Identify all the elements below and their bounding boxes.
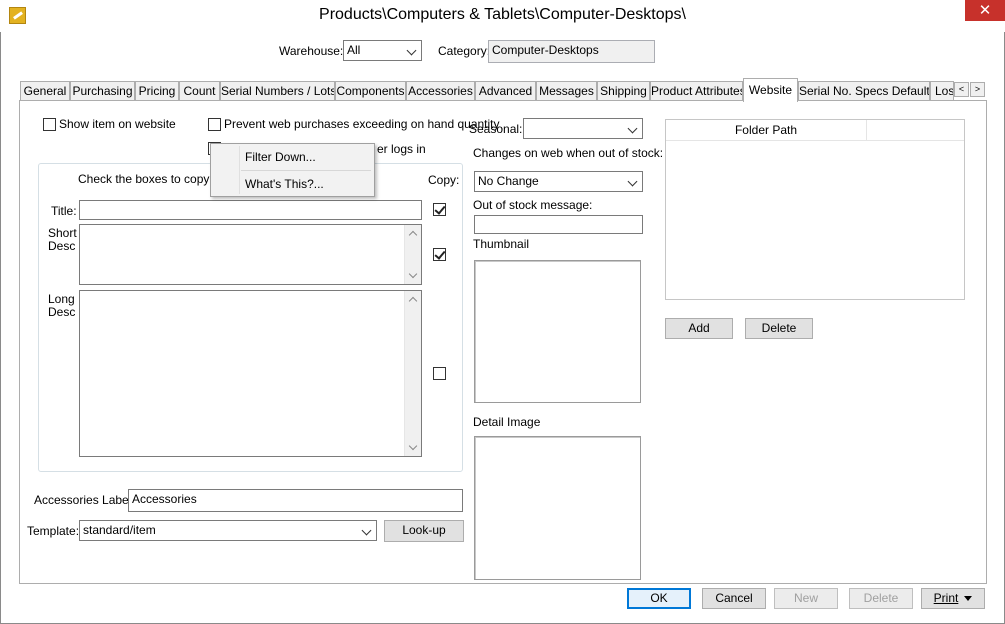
tab-purchasing[interactable]: Purchasing [70,81,135,101]
delete-button[interactable]: Delete [849,588,913,609]
tab-general[interactable]: General [20,81,70,101]
long-desc-label: Long Desc [48,292,76,319]
warehouse-value: All [347,43,361,57]
copy-title-checkbox[interactable] [433,203,446,216]
tab-shipping[interactable]: Shipping [597,81,650,101]
copy-short-desc-checkbox[interactable] [433,248,446,261]
menu-item-whats-this[interactable]: What's This?... [211,172,374,196]
thumbnail-label: Thumbnail [473,237,530,251]
tab-advanced[interactable]: Advanced [475,81,536,101]
short-desc-label: Short Desc [48,226,77,253]
tab-serial-numbers-lots[interactable]: Serial Numbers / Lots [220,81,335,101]
prevent-purchases-checkbox[interactable] [208,118,221,131]
out-of-stock-message-label: Out of stock message: [473,198,593,212]
scroll-down-icon[interactable] [405,439,421,456]
category-label: Category: [438,44,491,58]
show-on-website-label: Show item on website [59,117,176,131]
detail-image-box[interactable] [474,436,641,580]
print-label: Print [933,591,959,605]
template-select[interactable]: standard/item [79,520,377,541]
show-on-website-checkbox[interactable] [43,118,56,131]
chevron-down-icon [627,175,639,187]
chevron-down-icon [627,122,639,134]
scroll-up-icon[interactable] [405,225,421,242]
dropdown-arrow-icon [964,596,973,602]
chevron-down-icon [361,524,373,536]
seasonal-label: Seasonal: [469,122,523,136]
detail-image-label: Detail Image [473,415,541,429]
scroll-up-icon[interactable] [405,291,421,308]
print-button[interactable]: Print [921,588,985,609]
template-value: standard/item [83,523,156,537]
lookup-button[interactable]: Look-up [384,520,464,542]
category-field[interactable]: Computer-Desktops [488,40,655,63]
seasonal-select[interactable] [523,118,643,139]
folder-path-list[interactable]: Folder Path [665,119,965,300]
tab-product-attributes[interactable]: Product Attributes [650,81,743,101]
close-button[interactable]: ✕ [965,0,1005,21]
window-title: Products\Computers & Tablets\Computer-De… [319,6,686,23]
out-of-stock-message-input[interactable] [474,215,643,234]
folder-path-list-header: Folder Path [666,120,964,141]
copy-instruction: Check the boxes to copy lab [78,172,229,186]
title-bar: Products\Computers & Tablets\Computer-De… [0,0,1005,32]
warehouse-label: Warehouse: [279,44,344,58]
new-button[interactable]: New [774,588,838,609]
context-menu: Filter Down... What's This?... [210,143,375,197]
out-of-stock-change-label: Changes on web when out of stock: [473,146,664,160]
tab-los[interactable]: Los [930,81,954,101]
add-folder-button[interactable]: Add [665,318,733,339]
folder-path-column-header[interactable]: Folder Path [666,120,867,141]
tab-components[interactable]: Components [335,81,406,101]
chevron-down-icon [406,44,418,56]
prevent-purchases-label: Prevent web purchases exceeding on hand … [224,117,500,131]
ok-button[interactable]: OK [627,588,691,609]
logs-in-label: er logs in [377,142,426,156]
copy-label: Copy: [428,173,460,187]
tab-scroll-right-button[interactable]: > [970,82,985,97]
tab-messages[interactable]: Messages [536,81,597,101]
title-input[interactable] [79,200,422,220]
long-desc-textarea[interactable] [79,290,422,457]
short-desc-textarea[interactable] [79,224,422,285]
tab-accessories[interactable]: Accessories [406,81,475,101]
long-desc-scrollbar[interactable] [404,291,421,456]
short-desc-scrollbar[interactable] [404,225,421,284]
tab-count[interactable]: Count [179,81,220,101]
out-of-stock-change-select[interactable]: No Change [474,171,643,192]
menu-separator [241,170,371,171]
warehouse-select[interactable]: All [343,40,422,61]
tab-serial-no-specs-defaults[interactable]: Serial No. Specs Defaults [798,81,930,101]
tab-pricing[interactable]: Pricing [135,81,179,101]
tab-website[interactable]: Website [743,78,798,102]
cancel-button[interactable]: Cancel [702,588,766,609]
tab-scroll-left-button[interactable]: < [954,82,969,97]
delete-folder-button[interactable]: Delete [745,318,813,339]
template-label: Template: [27,524,80,538]
title-label: Title: [51,204,77,218]
menu-item-filter-down[interactable]: Filter Down... [211,145,374,169]
thumbnail-image-box[interactable] [474,260,641,403]
accessories-label: Accessories Label: [34,493,135,507]
out-of-stock-change-value: No Change [478,174,539,188]
copy-long-desc-checkbox[interactable] [433,367,446,380]
accessories-input[interactable]: Accessories [128,489,463,512]
scroll-down-icon[interactable] [405,267,421,284]
